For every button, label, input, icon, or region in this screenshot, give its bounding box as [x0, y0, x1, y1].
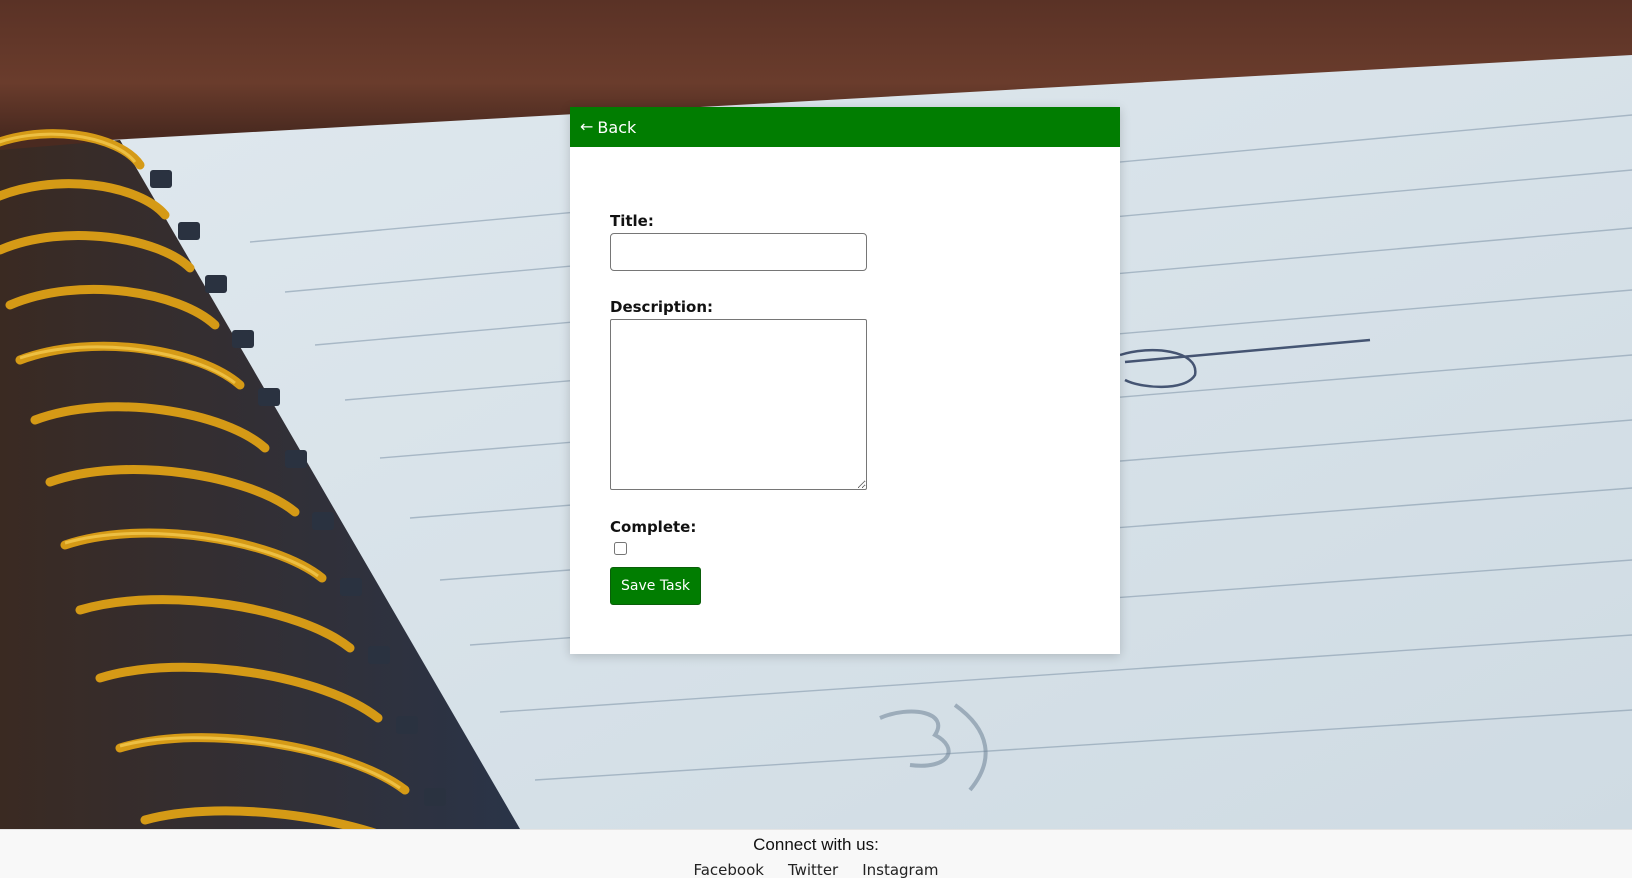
title-label: Title: [610, 212, 654, 230]
task-form: Title: Description: Complete: Save Task [610, 212, 1070, 605]
facebook-link[interactable]: Facebook [693, 861, 763, 878]
back-label: Back [597, 117, 637, 137]
card-header: ← Back [570, 107, 1120, 147]
complete-checkbox[interactable] [614, 542, 627, 555]
description-label: Description: [610, 298, 714, 316]
description-textarea[interactable] [610, 319, 867, 490]
left-arrow-icon: ← [580, 117, 594, 136]
page: ← Back Title: Description: Complete: Sav… [0, 0, 1632, 878]
complete-checkbox-wrapper [614, 540, 630, 556]
footer: Connect with us: Facebook Twitter Instag… [0, 829, 1632, 878]
social-links: Facebook Twitter Instagram [0, 861, 1632, 878]
instagram-link[interactable]: Instagram [862, 861, 938, 878]
twitter-link[interactable]: Twitter [788, 861, 838, 878]
save-task-button[interactable]: Save Task [610, 567, 702, 605]
task-form-card: ← Back Title: Description: Complete: Sav… [570, 107, 1120, 654]
title-input[interactable] [610, 233, 867, 271]
back-link[interactable]: ← Back [580, 118, 636, 137]
complete-label: Complete: [610, 518, 697, 536]
footer-heading: Connect with us: [753, 835, 879, 854]
